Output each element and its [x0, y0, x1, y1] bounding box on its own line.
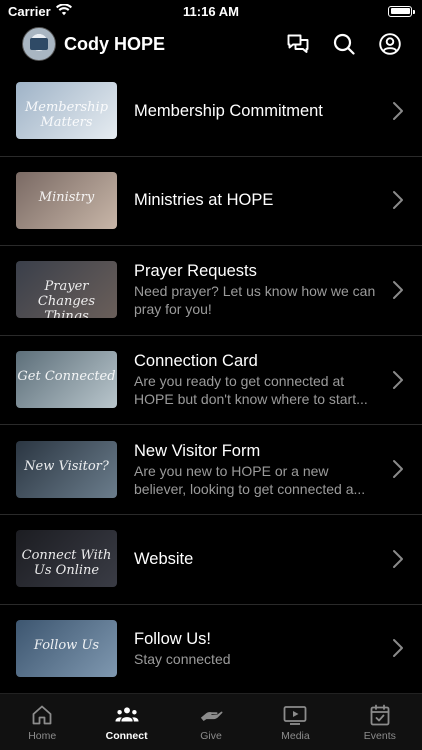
- list-item-thumbnail: Get Connected: [16, 351, 117, 409]
- thumbnail-caption: Get Connected: [17, 369, 116, 385]
- tab-give[interactable]: Give: [169, 694, 253, 750]
- list-item[interactable]: Ministry Ministries at HOPE: [0, 155, 422, 246]
- chevron-right-icon: [392, 190, 404, 210]
- chevron-right-icon: [392, 459, 404, 479]
- tab-label: Give: [200, 730, 222, 742]
- thumbnail-caption: Follow Us: [33, 637, 100, 653]
- search-icon[interactable]: [332, 32, 356, 56]
- tab-label: Media: [281, 730, 310, 742]
- thumbnail-caption: Prayer Changes Things: [37, 279, 96, 319]
- list-item-text: Connection Card Are you ready to get conn…: [134, 351, 384, 408]
- tab-label: Events: [363, 730, 396, 742]
- list-item-title: Ministries at HOPE: [134, 191, 274, 210]
- chat-icon[interactable]: [286, 32, 310, 56]
- status-left: Carrier: [8, 2, 72, 19]
- calendar-icon: [368, 703, 392, 727]
- list-item-thumbnail: Prayer Changes Things: [16, 261, 117, 319]
- chevron-right-icon: [392, 280, 404, 300]
- app-header: Cody HOPE: [0, 22, 422, 66]
- tab-events[interactable]: Events: [338, 694, 422, 750]
- app-screen: Carrier 11:16 AM Cody HOPE Membership Ma…: [0, 0, 422, 750]
- list-item-text: Membership Commitment: [134, 101, 384, 121]
- list-item-text: Website: [134, 549, 384, 569]
- thumbnail-caption: Ministry: [38, 189, 95, 205]
- battery-icon: [388, 5, 415, 17]
- list-item-thumbnail: Membership Matters: [16, 82, 117, 140]
- list-item[interactable]: Get Connected Connection Card Are you read…: [0, 334, 422, 425]
- carrier-label: Carrier: [8, 3, 51, 19]
- list-item[interactable]: Membership Matters Membership Commitment: [0, 66, 422, 156]
- list-item-title: Membership Commitment: [134, 101, 323, 120]
- list-item-text: Ministries at HOPE: [134, 190, 384, 210]
- list-item-thumbnail: New Visitor?: [16, 440, 117, 498]
- tab-connect[interactable]: Connect: [84, 694, 168, 750]
- list-item-title: Prayer Requests: [134, 262, 257, 281]
- thumbnail-caption: Membership Matters: [24, 100, 109, 131]
- wifi-icon: [55, 2, 72, 19]
- list-item-thumbnail: Follow Us: [16, 619, 117, 677]
- tab-media[interactable]: Media: [253, 694, 337, 750]
- list-item-subtitle: Stay connected: [134, 650, 231, 667]
- give-icon: [199, 703, 223, 727]
- list-item-title: Connection Card: [134, 352, 258, 371]
- list-item[interactable]: New Visitor? New Visitor Form Are you new …: [0, 424, 422, 514]
- thumbnail-caption: Connect With Us Online: [21, 548, 112, 579]
- list-item-subtitle: Need prayer? Let us know how we can pray…: [134, 283, 376, 318]
- chevron-right-icon: [392, 549, 404, 569]
- home-icon: [30, 703, 54, 727]
- thumbnail-caption: New Visitor?: [24, 458, 109, 474]
- list-item-title: New Visitor Form: [134, 441, 261, 460]
- list-item-text: New Visitor Form Are you new to HOPE or a…: [134, 441, 384, 498]
- chevron-right-icon: [392, 638, 404, 658]
- list-item-text: Follow Us! Stay connected: [134, 629, 384, 668]
- list-item[interactable]: Prayer Changes Things Prayer Requests Need…: [0, 245, 422, 335]
- connect-list: Membership Matters Membership Commitment M…: [0, 66, 422, 693]
- tab-home[interactable]: Home: [0, 694, 84, 750]
- chevron-right-icon: [392, 370, 404, 390]
- list-item-text: Prayer Requests Need prayer? Let us know …: [134, 261, 384, 318]
- tab-bar: Home Connect Give Media Events: [0, 693, 422, 750]
- people-icon: [115, 703, 139, 727]
- list-item[interactable]: Follow Us Follow Us! Stay connected: [0, 603, 422, 694]
- list-item-subtitle: Are you new to HOPE or a new believer, l…: [134, 462, 366, 497]
- chevron-right-icon: [392, 101, 404, 121]
- tab-label: Connect: [105, 730, 148, 742]
- church-logo-avatar[interactable]: [22, 27, 56, 61]
- list-item-title: Follow Us!: [134, 629, 212, 648]
- list-item-subtitle: Are you ready to get connected at HOPE b…: [134, 373, 368, 408]
- app-title: Cody HOPE: [64, 33, 166, 54]
- list-item-title: Website: [134, 549, 194, 568]
- list-item[interactable]: Connect With Us Online Website: [0, 513, 422, 604]
- tab-label: Home: [28, 730, 57, 742]
- list-item-thumbnail: Connect With Us Online: [16, 530, 117, 588]
- list-item-thumbnail: Ministry: [16, 171, 117, 229]
- header-actions: [286, 32, 402, 56]
- profile-icon[interactable]: [378, 32, 402, 56]
- media-icon: [283, 703, 307, 727]
- status-bar: Carrier 11:16 AM: [0, 0, 422, 22]
